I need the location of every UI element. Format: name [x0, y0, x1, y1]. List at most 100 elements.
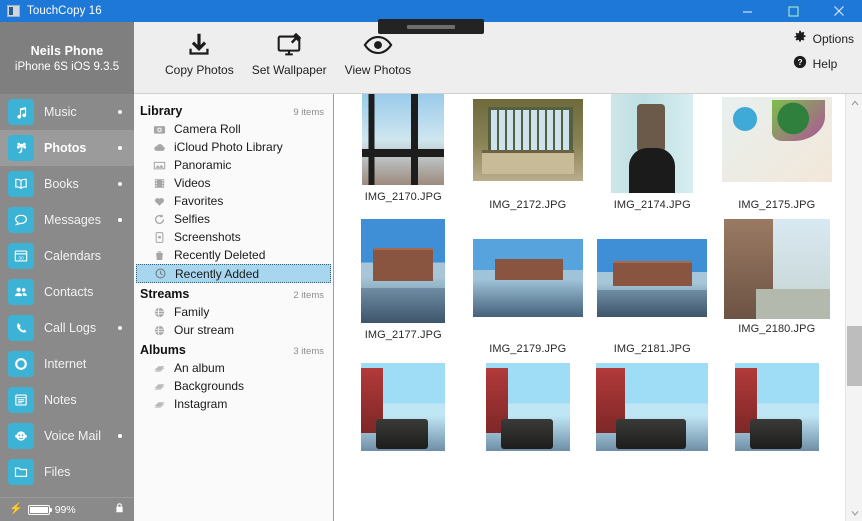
app-icon: [7, 5, 20, 17]
sidebar-item-calendars[interactable]: 30 Calendars: [0, 238, 134, 274]
library-item-recently-deleted[interactable]: Recently Deleted: [134, 246, 333, 264]
main-body: Neils Phone iPhone 6S iOS 9.3.5 Music Ph…: [0, 22, 862, 521]
photo-thumbnail[interactable]: [734, 363, 819, 451]
photo-cell[interactable]: IMG_2172.JPG: [471, 94, 586, 211]
thumbnail-art: [721, 97, 832, 182]
photo-thumbnail[interactable]: [611, 94, 694, 193]
library-item-label: Backgrounds: [174, 379, 245, 393]
library-item-family[interactable]: Family: [134, 303, 333, 321]
photo-filename: IMG_2172.JPG: [489, 199, 567, 211]
overlay-chip: [378, 19, 484, 34]
library-item-instagram[interactable]: Instagram: [134, 395, 333, 413]
options-label: Options: [812, 31, 854, 46]
sidebar-item-music[interactable]: Music: [0, 94, 134, 130]
maximize-button[interactable]: [770, 0, 816, 22]
library-item-backgrounds[interactable]: Backgrounds: [134, 377, 333, 395]
content-area: Copy Photos Set Wallpaper View Photos Op…: [134, 22, 862, 521]
library-item-selfies[interactable]: Selfies: [134, 210, 333, 228]
sidebar-item-voice-mail[interactable]: Voice Mail: [0, 418, 134, 454]
battery-percent: 99%: [54, 503, 76, 516]
photo-cell[interactable]: IMG_2170.JPG: [346, 94, 461, 211]
photo-filename: IMG_2174.JPG: [613, 199, 691, 211]
library-item-favorites[interactable]: Favorites: [134, 192, 333, 210]
download-tray-icon: [184, 28, 214, 62]
library-item-panoramic[interactable]: Panoramic: [134, 156, 333, 174]
group-title: Library: [140, 104, 183, 118]
photo-thumbnail[interactable]: [723, 219, 830, 319]
overlay-chip-bar: [407, 24, 455, 29]
album-stack-icon: [152, 397, 167, 412]
group-header-library: Library 9 items: [134, 100, 333, 120]
status-dot: [118, 182, 122, 186]
help-button[interactable]: ? Help: [793, 55, 837, 72]
sidebar-item-books[interactable]: Books: [0, 166, 134, 202]
photo-thumbnail[interactable]: [361, 363, 446, 451]
monitor-brush-icon: [274, 28, 304, 62]
library-item-label: Videos: [174, 176, 211, 190]
library-item-screenshots[interactable]: Screenshots: [134, 228, 333, 246]
library-item-recently-added[interactable]: Recently Added: [136, 264, 331, 283]
thumbnail-art: [611, 94, 694, 193]
open-book-icon: [8, 171, 34, 197]
thumbnail-art: [472, 239, 583, 317]
sidebar-item-messages[interactable]: Messages: [0, 202, 134, 238]
status-dot: [118, 146, 122, 150]
photo-cell[interactable]: [346, 363, 461, 451]
photo-thumbnail[interactable]: [485, 363, 570, 451]
photo-thumbnail[interactable]: [721, 97, 832, 182]
touchcopy-window: TouchCopy 16 Neils Phone iPhone 6S iOS 9…: [0, 0, 862, 521]
close-button[interactable]: [816, 0, 862, 22]
copy-photos-button[interactable]: Copy Photos: [156, 22, 243, 77]
photo-cell[interactable]: IMG_2174.JPG: [595, 94, 710, 211]
library-item-an-album[interactable]: An album: [134, 359, 333, 377]
chevron-down-icon[interactable]: [846, 504, 862, 521]
photo-cell[interactable]: IMG_2181.JPG: [595, 219, 710, 355]
photo-cell[interactable]: [471, 363, 586, 451]
library-item-label: An album: [174, 361, 225, 375]
lock-icon[interactable]: [114, 502, 125, 517]
group-count: 2 items: [293, 290, 324, 301]
sidebar-item-internet[interactable]: Internet: [0, 346, 134, 382]
library-item-videos[interactable]: Videos: [134, 174, 333, 192]
photo-cell[interactable]: IMG_2180.JPG: [720, 219, 835, 355]
set-wallpaper-button[interactable]: Set Wallpaper: [243, 22, 336, 77]
vertical-scrollbar[interactable]: [845, 94, 862, 521]
photo-cell[interactable]: IMG_2177.JPG: [346, 219, 461, 355]
library-item-label: Our stream: [174, 323, 235, 337]
album-stack-icon: [152, 361, 167, 376]
globe-icon: [152, 323, 167, 338]
photo-thumbnail[interactable]: [362, 94, 445, 185]
photo-thumbnail[interactable]: [597, 239, 708, 317]
photo-thumbnail[interactable]: [472, 99, 583, 181]
photo-cell[interactable]: IMG_2179.JPG: [471, 219, 586, 355]
device-subtitle: iPhone 6S iOS 9.3.5: [14, 60, 120, 73]
scrollbar-thumb[interactable]: [847, 326, 862, 386]
sidebar-item-photos[interactable]: Photos: [0, 130, 134, 166]
status-dot: [118, 434, 122, 438]
device-name: Neils Phone: [30, 43, 104, 58]
lower-split: Library 9 items Camera Roll iCloud Photo…: [134, 94, 862, 521]
sidebar-item-files[interactable]: Files: [0, 454, 134, 490]
library-item-camera-roll[interactable]: Camera Roll: [134, 120, 333, 138]
sidebar-item-call-logs[interactable]: Call Logs: [0, 310, 134, 346]
headset-face-icon: [8, 423, 34, 449]
trash-icon: [152, 248, 167, 263]
photo-cell[interactable]: [595, 363, 710, 451]
chevron-up-icon[interactable]: [846, 94, 862, 111]
minimize-button[interactable]: [724, 0, 770, 22]
photo-thumbnail[interactable]: [596, 363, 709, 451]
library-item-label: Favorites: [174, 194, 224, 208]
notepad-icon: [8, 387, 34, 413]
sidebar-item-notes[interactable]: Notes: [0, 382, 134, 418]
sidebar-item-label: Voice Mail: [44, 429, 101, 443]
photo-thumbnail[interactable]: [472, 239, 583, 317]
photo-thumbnail[interactable]: [361, 219, 446, 323]
library-item-icloud-photo-library[interactable]: iCloud Photo Library: [134, 138, 333, 156]
options-button[interactable]: Options: [793, 30, 854, 47]
cloud-icon: [152, 140, 167, 155]
sidebar-item-contacts[interactable]: Contacts: [0, 274, 134, 310]
photo-cell[interactable]: [720, 363, 835, 451]
library-item-label: Screenshots: [174, 230, 241, 244]
library-item-our-stream[interactable]: Our stream: [134, 321, 333, 339]
photo-cell[interactable]: IMG_2175.JPG: [720, 94, 835, 211]
